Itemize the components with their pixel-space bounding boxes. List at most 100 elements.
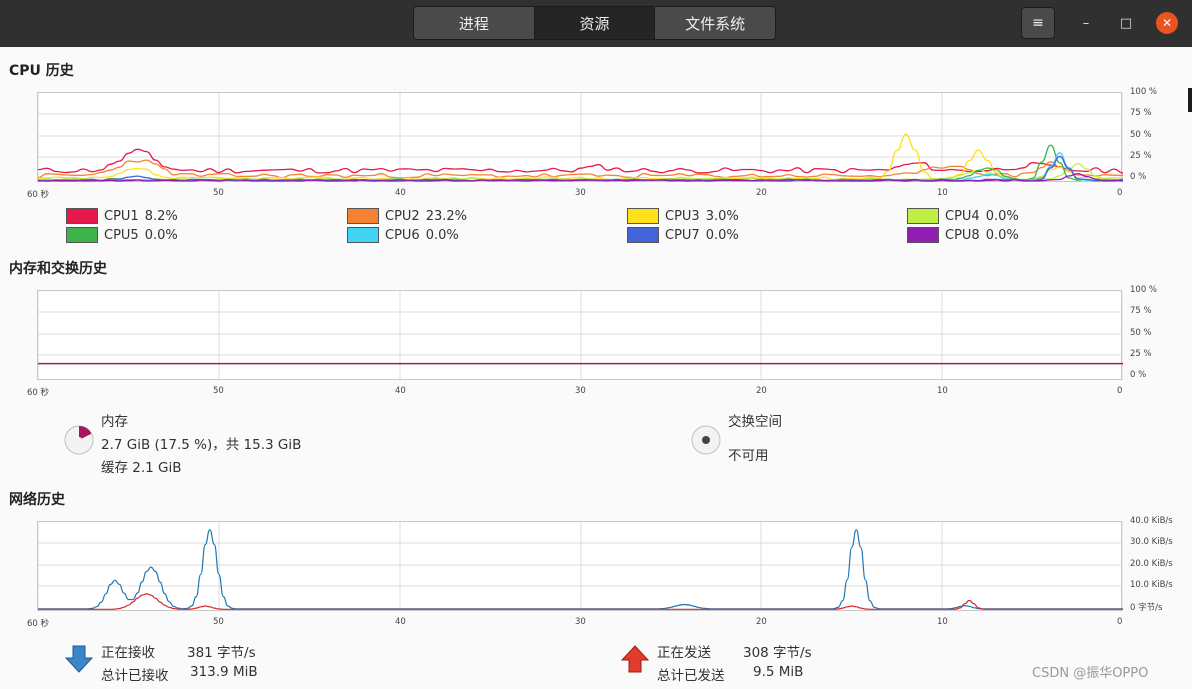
legend-value: 0.0%: [985, 208, 1019, 224]
legend-name: CPU7: [665, 227, 700, 243]
legend-item-cpu6[interactable]: CPU6 0.0%: [347, 227, 459, 243]
sending-rate: 308 字节/s: [743, 645, 812, 661]
tab-filesystems[interactable]: 文件系统: [655, 7, 775, 39]
y-tick-label: 50 %: [1130, 130, 1152, 140]
color-swatch[interactable]: [66, 208, 98, 224]
total-sent: 9.5 MiB: [753, 664, 804, 680]
color-swatch[interactable]: [66, 227, 98, 243]
tab-resources[interactable]: 资源: [534, 7, 656, 39]
x-tick-label: 30: [575, 386, 586, 396]
x-tick-label: 50: [213, 386, 224, 396]
x-tick-label: 30: [575, 617, 586, 627]
swap-label: 交换空间: [728, 414, 782, 430]
swap-status: 不可用: [728, 448, 769, 464]
total-received-label: 总计已接收: [101, 668, 169, 684]
y-tick-label: 100 %: [1130, 285, 1158, 295]
color-swatch[interactable]: [627, 227, 659, 243]
legend-item-cpu5[interactable]: CPU5 0.0%: [66, 227, 178, 243]
upload-arrow-icon: [620, 645, 650, 673]
y-tick-label: 25 %: [1130, 349, 1152, 359]
legend-item-cpu2[interactable]: CPU2 23.2%: [347, 208, 467, 224]
x-tick-label: 30: [575, 188, 586, 198]
x-tick-label: 20: [756, 188, 767, 198]
legend-item-cpu3[interactable]: CPU3 3.0%: [627, 208, 739, 224]
memory-label: 内存: [101, 414, 128, 430]
x-tick-label: 10: [937, 386, 948, 396]
receiving-label: 正在接收: [101, 645, 155, 661]
x-tick-label: 10: [937, 617, 948, 627]
view-switcher: 进程 资源 文件系统: [413, 6, 776, 40]
x-tick-label: 0: [1117, 617, 1123, 627]
y-tick-label: 20.0 KiB/s: [1130, 559, 1173, 569]
y-tick-label: 40.0 KiB/s: [1130, 516, 1173, 526]
legend-item-cpu8[interactable]: CPU8 0.0%: [907, 227, 1019, 243]
x-tick-label: 60 秒: [27, 619, 50, 629]
legend-name: CPU4: [945, 208, 980, 224]
header-bar: 进程 资源 文件系统 ≡ – □ ✕: [0, 0, 1192, 47]
x-tick-label: 60 秒: [27, 190, 50, 200]
x-tick-label: 40: [395, 386, 406, 396]
y-tick-label: 0 字节/s: [1130, 603, 1163, 613]
legend-name: CPU8: [945, 227, 980, 243]
y-tick-label: 75 %: [1130, 108, 1152, 118]
receiving-rate: 381 字节/s: [187, 645, 256, 661]
x-tick-label: 40: [395, 617, 406, 627]
sending-label: 正在发送: [657, 645, 711, 661]
legend-value: 0.0%: [705, 227, 739, 243]
color-swatch[interactable]: [347, 227, 379, 243]
legend-name: CPU6: [385, 227, 420, 243]
color-swatch[interactable]: [627, 208, 659, 224]
memory-usage: 2.7 GiB (17.5 %)，共 15.3 GiB: [101, 437, 302, 453]
y-tick-label: 10.0 KiB/s: [1130, 580, 1173, 590]
legend-value: 8.2%: [144, 208, 178, 224]
maximize-icon[interactable]: □: [1115, 12, 1137, 34]
memory-history-title: 内存和交换历史: [9, 261, 107, 277]
close-icon[interactable]: ✕: [1156, 12, 1178, 34]
network-graph: [37, 521, 1123, 612]
x-tick-label: 20: [756, 386, 767, 396]
x-tick-label: 50: [213, 188, 224, 198]
x-tick-label: 0: [1117, 386, 1123, 396]
x-tick-label: 0: [1117, 188, 1123, 198]
y-tick-label: 0 %: [1130, 370, 1147, 380]
color-swatch[interactable]: [907, 208, 939, 224]
network-history-title: 网络历史: [9, 492, 65, 508]
download-arrow-icon: [64, 645, 94, 673]
x-tick-label: 50: [213, 617, 224, 627]
legend-value: 3.0%: [705, 208, 739, 224]
legend-name: CPU2: [385, 208, 420, 224]
legend-item-cpu1[interactable]: CPU1 8.2%: [66, 208, 178, 224]
color-swatch[interactable]: [907, 227, 939, 243]
color-swatch[interactable]: [347, 208, 379, 224]
legend-item-cpu4[interactable]: CPU4 0.0%: [907, 208, 1019, 224]
minimize-icon[interactable]: –: [1075, 12, 1097, 34]
x-tick-label: 10: [937, 188, 948, 198]
y-tick-label: 75 %: [1130, 306, 1152, 316]
legend-name: CPU3: [665, 208, 700, 224]
legend-value: 23.2%: [425, 208, 468, 224]
menu-icon[interactable]: ≡: [1021, 7, 1055, 39]
cpu-history-title: CPU 历史: [9, 63, 74, 79]
legend-item-cpu7[interactable]: CPU7 0.0%: [627, 227, 739, 243]
legend-value: 0.0%: [144, 227, 178, 243]
total-sent-label: 总计已发送: [657, 668, 725, 684]
memory-pie-icon: [64, 425, 94, 455]
cpu-graph: [37, 92, 1123, 183]
watermark: CSDN @振华OPPO: [1032, 666, 1149, 681]
y-tick-label: 50 %: [1130, 328, 1152, 338]
legend-value: 0.0%: [425, 227, 459, 243]
legend-name: CPU5: [104, 227, 139, 243]
swap-pie-icon: [691, 425, 721, 455]
tab-processes[interactable]: 进程: [414, 7, 535, 39]
memory-cache: 缓存 2.1 GiB: [101, 460, 182, 476]
total-received: 313.9 MiB: [190, 664, 258, 680]
x-tick-label: 20: [756, 617, 767, 627]
y-tick-label: 30.0 KiB/s: [1130, 537, 1173, 547]
window-edge: [1188, 88, 1192, 112]
y-tick-label: 25 %: [1130, 151, 1152, 161]
memory-graph: [37, 290, 1123, 381]
x-tick-label: 40: [395, 188, 406, 198]
y-tick-label: 100 %: [1130, 87, 1158, 97]
legend-value: 0.0%: [985, 227, 1019, 243]
x-tick-label: 60 秒: [27, 388, 50, 398]
